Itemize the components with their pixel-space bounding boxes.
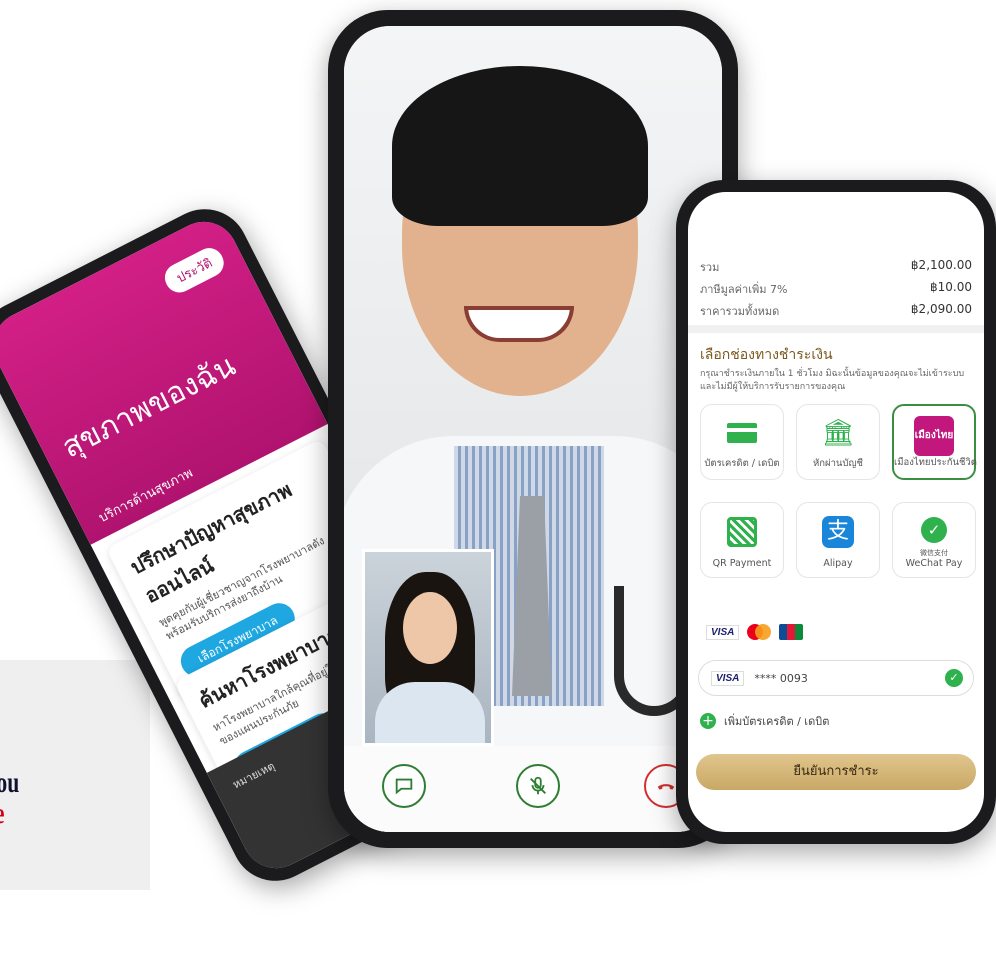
saved-card[interactable]: VISA **** 0093 ✓ [698, 660, 974, 696]
bank-icon: 🏛 [821, 418, 855, 448]
doctor-hair [392, 66, 648, 226]
method-wechat[interactable]: ✓ 微信支付 WeChat Pay [892, 502, 976, 578]
video-call-screen [344, 26, 722, 832]
method-qr[interactable]: QR Payment [700, 502, 784, 578]
history-button[interactable]: ประวัติ [160, 243, 229, 298]
call-controls [344, 746, 722, 832]
note-line-2: s are [0, 798, 19, 829]
summary-row-total: ราคารวมทั้งหมด ฿2,090.00 [700, 302, 972, 320]
method-label: Alipay [823, 558, 853, 569]
self-view-video[interactable] [362, 549, 494, 746]
divider [688, 325, 984, 333]
plus-icon: + [700, 713, 716, 729]
health-title: สุขภาพของฉัน [56, 348, 242, 466]
summary-label: ภาษีมูลค่าเพิ่ม 7% [700, 283, 788, 296]
method-alipay[interactable]: 支 Alipay [796, 502, 880, 578]
qr-code-icon [727, 517, 757, 547]
method-label: หักผ่านบัญชี [813, 458, 863, 469]
check-icon: ✓ [945, 669, 963, 687]
jcb-logo [779, 624, 804, 640]
payment-screen: รวม ฿2,100.00 ภาษีมูลค่าเพิ่ม 7% ฿10.00 … [688, 192, 984, 832]
note-text: you s are [0, 767, 19, 829]
mastercard-logo [747, 624, 772, 640]
saved-card-number: **** 0093 [754, 671, 808, 685]
note-box: you s are [0, 660, 150, 890]
visa-logo: VISA [706, 624, 740, 640]
credit-card-icon [727, 423, 757, 443]
phone-payment: รวม ฿2,100.00 ภาษีมูลค่าเพิ่ม 7% ฿10.00 … [676, 180, 996, 844]
summary-label: ราคารวมทั้งหมด [700, 305, 780, 318]
chat-icon[interactable] [382, 764, 426, 808]
pip-shirt [375, 682, 485, 743]
summary-row-vat: ภาษีมูลค่าเพิ่ม 7% ฿10.00 [700, 280, 972, 298]
method-credit-card[interactable]: บัตรเครดิต / เดบิต [700, 404, 784, 480]
note-line-1: you [0, 766, 20, 799]
summary-value: ฿2,100.00 [910, 258, 972, 272]
mic-off-icon[interactable] [516, 764, 560, 808]
add-card-label: เพิ่มบัตรเครดิต / เดบิต [724, 715, 830, 728]
summary-label: รวม [700, 261, 720, 274]
alipay-icon: 支 [822, 516, 854, 548]
pip-face [403, 592, 457, 664]
method-bank-debit[interactable]: 🏛 หักผ่านบัญชี [796, 404, 880, 480]
summary-value: ฿2,090.00 [910, 302, 972, 316]
wechat-sub-label: 微信支付 [920, 549, 948, 557]
summary-value: ฿10.00 [930, 280, 972, 294]
wechat-icon: ✓ [921, 517, 947, 543]
add-card-button[interactable]: + เพิ่มบัตรเครดิต / เดบิต [700, 712, 829, 730]
method-label: WeChat Pay [905, 558, 963, 569]
payment-method-desc: กรุณาชำระเงินภายใน 1 ชั่วโมง มิฉะนั้นข้อ… [700, 369, 965, 392]
method-label: QR Payment [712, 558, 772, 569]
method-muang-thai[interactable]: เมืองไทย เมืองไทยประกันชีวิต [892, 404, 977, 480]
confirm-payment-button[interactable]: ยืนยันการชำระ [696, 754, 976, 790]
method-label: บัตรเครดิต / เดบิต [704, 458, 780, 469]
method-label: เมืองไทยประกันชีวิต [894, 457, 977, 468]
summary-row-subtotal: รวม ฿2,100.00 [700, 258, 972, 276]
card-brands: VISA [706, 624, 804, 640]
muang-thai-logo: เมืองไทย [914, 416, 954, 456]
saved-card-brand: VISA [711, 670, 745, 686]
payment-method-title: เลือกช่องทางชำระเงิน [700, 347, 833, 363]
